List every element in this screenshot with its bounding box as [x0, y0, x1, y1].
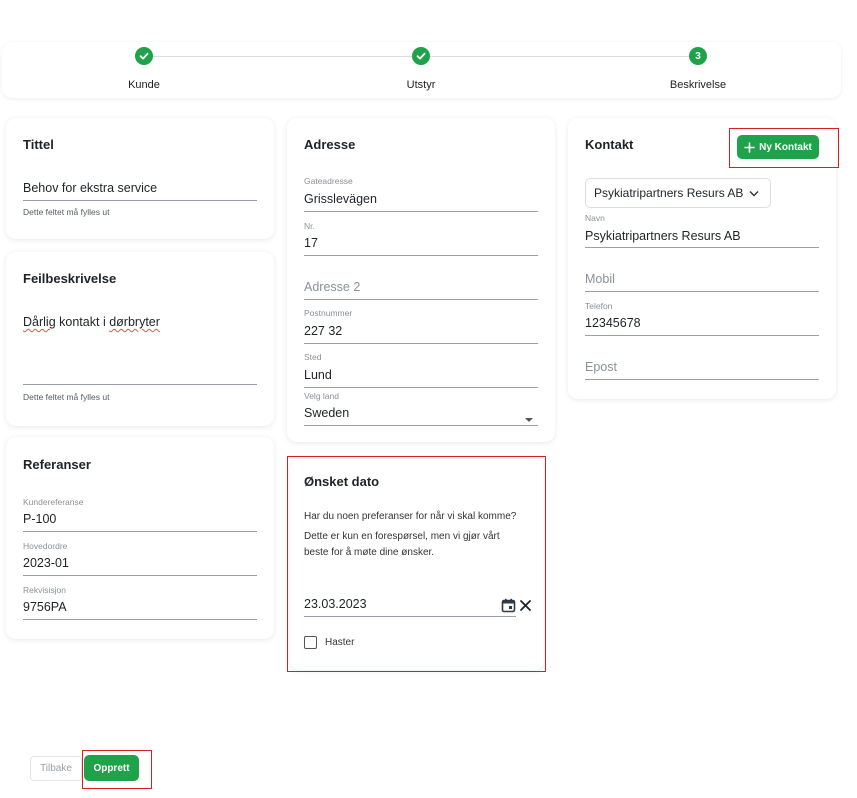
- ny-kontakt-button[interactable]: Ny Kontakt: [737, 135, 819, 159]
- mobil-input[interactable]: Mobil: [585, 272, 615, 286]
- navn-input[interactable]: Psykiatripartners Resurs AB: [585, 229, 741, 243]
- haster-label: Haster: [325, 637, 355, 648]
- tittel-input-underline: [23, 200, 257, 201]
- rekvisisjon-label: Rekvisisjon: [23, 585, 66, 595]
- kundereferanse-underline: [23, 531, 257, 532]
- adresse-heading: Adresse: [304, 137, 356, 152]
- text-word: i: [102, 315, 106, 329]
- date-input-underline: [304, 616, 516, 617]
- navn-label: Navn: [585, 213, 605, 223]
- postnummer-input[interactable]: 227 32: [304, 324, 342, 338]
- check-icon: [139, 52, 149, 60]
- chevron-down-icon: [749, 190, 759, 196]
- hovedordre-label: Hovedordre: [23, 541, 68, 551]
- hovedordre-input[interactable]: 2023-01: [23, 556, 69, 570]
- nr-label: Nr.: [304, 221, 315, 231]
- opprett-button[interactable]: Opprett: [84, 755, 139, 781]
- land-select[interactable]: Sweden: [304, 406, 349, 420]
- step-kunde-done-icon: [135, 47, 153, 65]
- sted-underline: [304, 387, 538, 388]
- telefon-label: Telefon: [585, 301, 613, 311]
- plus-icon: [744, 141, 755, 153]
- feilbeskrivelse-textarea[interactable]: Dårlig kontakt i dørbryter: [23, 315, 160, 329]
- company-select-value: Psykiatripartners Resurs AB: [594, 186, 744, 200]
- gateadresse-underline: [304, 211, 538, 212]
- epost-underline: [585, 379, 819, 380]
- land-underline: [304, 425, 538, 426]
- mobil-underline: [585, 291, 819, 292]
- adresse2-underline: [304, 299, 538, 300]
- postnummer-underline: [304, 343, 538, 344]
- step-label-utstyr[interactable]: Utstyr: [407, 79, 436, 91]
- onsket-dato-description-line2: beste for å møte dine ønsker.: [304, 547, 435, 558]
- land-label: Velg land: [304, 391, 339, 401]
- rekvisisjon-underline: [23, 619, 257, 620]
- step-beskrivelse-number: 3: [689, 47, 707, 65]
- feilbeskrivelse-heading: Feilbeskrivelse: [23, 271, 117, 286]
- feilbeskrivelse-helper-text: Dette feltet må fylles ut: [23, 392, 110, 402]
- telefon-underline: [585, 335, 819, 336]
- stepper-connector: [153, 56, 412, 57]
- kontakt-heading: Kontakt: [585, 137, 634, 152]
- gateadresse-label: Gateadresse: [304, 176, 353, 186]
- stepper-connector: [430, 56, 689, 57]
- tilbake-button[interactable]: Tilbake: [30, 756, 82, 781]
- ny-kontakt-label: Ny Kontakt: [759, 141, 812, 153]
- text-word: dørbryter: [109, 315, 160, 329]
- sted-label: Sted: [304, 352, 322, 362]
- company-select[interactable]: Psykiatripartners Resurs AB: [585, 178, 771, 208]
- kundereferanse-input[interactable]: P-100: [23, 512, 56, 526]
- step-label-beskrivelse[interactable]: Beskrivelse: [670, 79, 726, 91]
- onsket-dato-heading: Ønsket dato: [304, 474, 380, 489]
- tittel-input[interactable]: Behov for ekstra service: [23, 181, 157, 195]
- nr-input[interactable]: 17: [304, 236, 318, 250]
- rekvisisjon-input[interactable]: 9756PA: [23, 600, 67, 614]
- calendar-icon[interactable]: [501, 598, 516, 618]
- sted-input[interactable]: Lund: [304, 368, 332, 382]
- date-input[interactable]: 23.03.2023: [304, 597, 367, 611]
- telefon-input[interactable]: 12345678: [585, 316, 641, 330]
- tittel-heading: Tittel: [23, 137, 54, 152]
- onsket-dato-question: Har du noen preferanser for når vi skal …: [304, 511, 517, 522]
- kundereferanse-label: Kundereferanse: [23, 497, 84, 507]
- text-word: kontakt: [59, 315, 100, 329]
- step-utstyr-done-icon: [412, 47, 430, 65]
- adresse2-input[interactable]: Adresse 2: [304, 280, 360, 294]
- tittel-helper-text: Dette feltet må fylles ut: [23, 207, 110, 217]
- hovedordre-underline: [23, 575, 257, 576]
- feilbeskrivelse-underline: [23, 384, 257, 385]
- onsket-dato-description-line1: Dette er kun en forespørsel, men vi gjør…: [304, 531, 500, 542]
- check-icon: [416, 52, 426, 60]
- step-label-kunde[interactable]: Kunde: [128, 79, 160, 91]
- navn-underline: [585, 247, 819, 248]
- epost-input[interactable]: Epost: [585, 360, 617, 374]
- nr-underline: [304, 255, 538, 256]
- referanser-heading: Referanser: [23, 457, 91, 472]
- haster-checkbox[interactable]: [304, 636, 317, 649]
- postnummer-label: Postnummer: [304, 308, 353, 318]
- close-icon[interactable]: [519, 599, 532, 617]
- gateadresse-input[interactable]: Grisslevägen: [304, 192, 377, 206]
- text-word: Dårlig: [23, 315, 56, 329]
